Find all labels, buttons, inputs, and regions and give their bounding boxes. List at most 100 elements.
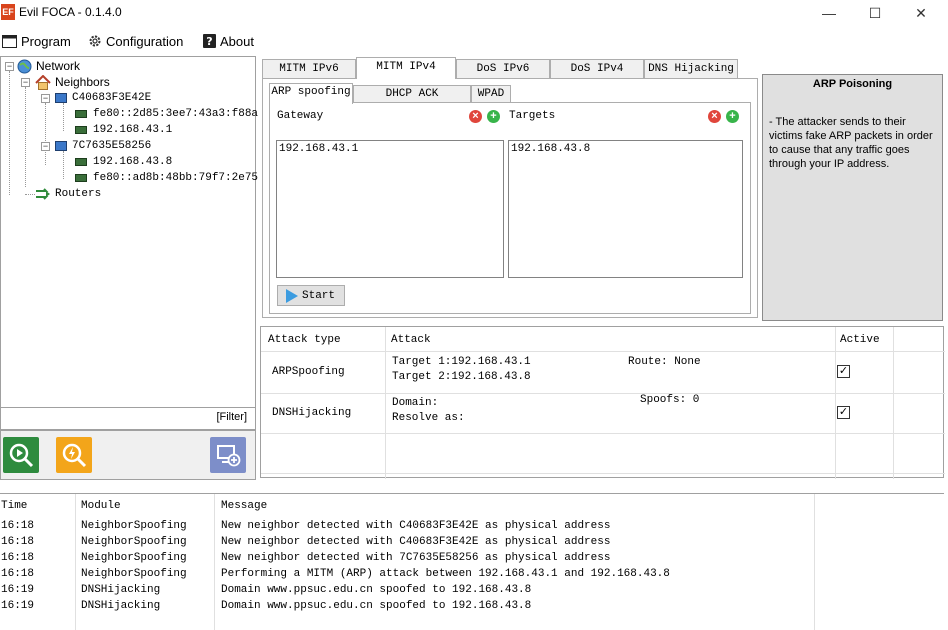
advanced-scan-button[interactable]	[56, 437, 92, 473]
arp-spoofing-panel: Gateway × + 192.168.43.1 Targets × + 192…	[269, 102, 751, 314]
tree-collapse-toggle[interactable]: −	[21, 78, 30, 87]
tab-mitm-ipv4[interactable]: MITM IPv4	[356, 57, 456, 79]
log-message: New neighbor detected with 7C7635E58256 …	[221, 552, 611, 564]
column-header-attack-type[interactable]: Attack type	[268, 334, 341, 346]
tree-collapse-toggle[interactable]: −	[41, 94, 50, 103]
tree-node-host[interactable]: 7C7635E58256	[55, 138, 151, 154]
attack-detail-cell: Domain:	[392, 397, 439, 409]
tree-node-label: Routers	[55, 188, 102, 200]
active-checkbox[interactable]: ✓	[837, 406, 850, 419]
tab-wpad[interactable]: WPAD	[471, 85, 511, 103]
tree-node-address[interactable]: 192.168.43.1	[75, 122, 172, 138]
tree-collapse-toggle[interactable]: −	[41, 142, 50, 151]
log-module: NeighborSpoofing	[81, 536, 187, 548]
tree-collapse-toggle[interactable]: −	[5, 62, 14, 71]
log-row[interactable]: 16:18 NeighborSpoofing New neighbor dete…	[0, 534, 944, 550]
tree-node-label: 192.168.43.8	[93, 156, 173, 168]
list-item[interactable]: 192.168.43.1	[279, 143, 501, 155]
column-header-attack[interactable]: Attack	[391, 334, 431, 346]
tree-node-address[interactable]: fe80::ad8b:48bb:79f7:2e75	[75, 170, 258, 186]
column-header-module[interactable]: Module	[81, 500, 121, 512]
menu-about[interactable]: ? About	[203, 32, 254, 50]
log-time: 16:19	[1, 584, 35, 596]
list-item[interactable]: 192.168.43.8	[511, 143, 740, 155]
tree-node-routers[interactable]: Routers	[35, 186, 101, 202]
app-logo-icon: EF	[1, 4, 15, 20]
tab-dos-ipv4[interactable]: DoS IPv4	[550, 59, 644, 78]
maximize-button[interactable]: ☐	[852, 0, 898, 26]
tree-line	[63, 103, 64, 131]
tab-arp-spoofing[interactable]: ARP spoofing	[269, 83, 353, 104]
tree-node-address[interactable]: 192.168.43.8	[75, 154, 172, 170]
menu-program[interactable]: Program	[2, 32, 71, 50]
tree-node-label: Neighbors	[55, 75, 110, 89]
house-icon	[35, 74, 51, 90]
tree-node-label: 192.168.43.1	[93, 124, 173, 136]
tree-line	[25, 194, 35, 195]
log-row[interactable]: 16:18 NeighborSpoofing Performing a MITM…	[0, 566, 944, 582]
gateway-label: Gateway	[277, 110, 324, 122]
column-header-time[interactable]: Time	[1, 500, 27, 512]
tree-line	[9, 71, 10, 195]
tree-node-network[interactable]: Network	[17, 58, 80, 74]
window-title: Evil FOCA - 0.1.4.0	[19, 5, 122, 19]
filter-link[interactable]: [Filter]	[216, 411, 247, 423]
column-header-message[interactable]: Message	[221, 500, 267, 512]
scan-button[interactable]	[3, 437, 39, 473]
log-module: NeighborSpoofing	[81, 568, 187, 580]
minimize-button[interactable]: —	[806, 0, 852, 26]
menu-configuration[interactable]: Configuration	[88, 32, 183, 50]
tab-dns-hijacking[interactable]: DNS Hijacking	[644, 59, 738, 78]
magnifier-bolt-icon	[62, 443, 87, 468]
gear-icon	[89, 35, 101, 47]
log-row[interactable]: 16:18 NeighborSpoofing New neighbor dete…	[0, 518, 944, 534]
attack-type-cell: DNSHijacking	[272, 407, 352, 419]
remove-gateway-button[interactable]: ×	[469, 110, 482, 123]
log-time: 16:18	[1, 552, 35, 564]
start-button[interactable]: Start	[277, 285, 345, 306]
menu-program-label: Program	[21, 33, 71, 49]
targets-list[interactable]: 192.168.43.8	[508, 140, 743, 278]
log-message: New neighbor detected with C40683F3E42E …	[221, 536, 611, 548]
log-module: NeighborSpoofing	[81, 552, 187, 564]
event-log[interactable]: Time Module Message 16:18 NeighborSpoofi…	[0, 493, 944, 630]
tree-node-label: C40683F3E42E	[72, 92, 152, 104]
close-button[interactable]: ✕	[898, 0, 944, 26]
menu-about-label: About	[220, 33, 254, 49]
tab-mitm-ipv6[interactable]: MITM IPv6	[262, 59, 356, 78]
tree-node-host[interactable]: C40683F3E42E	[55, 90, 151, 106]
active-checkbox[interactable]: ✓	[837, 365, 850, 378]
svg-text:?: ?	[206, 35, 212, 48]
attack-spoofs-cell: Spoofs: 0	[640, 394, 700, 406]
add-computer-icon	[217, 445, 241, 467]
log-row[interactable]: 16:18 NeighborSpoofing New neighbor dete…	[0, 550, 944, 566]
grid-divider	[261, 433, 945, 434]
computer-icon	[55, 93, 67, 103]
tree-node-label: Network	[36, 59, 81, 73]
attack-route-cell: Route: None	[628, 356, 701, 368]
tree-node-neighbors[interactable]: Neighbors	[35, 74, 110, 90]
log-time: 16:19	[1, 600, 35, 612]
tree-node-label: 7C7635E58256	[72, 140, 152, 152]
gateway-list[interactable]: 192.168.43.1	[276, 140, 504, 278]
start-button-label: Start	[302, 289, 336, 302]
column-header-active[interactable]: Active	[840, 334, 880, 346]
add-gateway-button[interactable]: +	[487, 110, 500, 123]
remove-target-button[interactable]: ×	[708, 110, 721, 123]
tab-dhcp-ack-injection[interactable]: DHCP ACK Injection	[353, 85, 471, 116]
grid-divider	[261, 473, 945, 474]
network-tree[interactable]: − Network − Neighbors − C40683F3E42E fe8…	[0, 56, 258, 408]
play-icon	[286, 288, 298, 303]
log-message: Performing a MITM (ARP) attack between 1…	[221, 568, 670, 580]
tab-dos-ipv6[interactable]: DoS IPv6	[456, 59, 550, 78]
log-row[interactable]: 16:19 DNSHijacking Domain www.ppsuc.edu.…	[0, 598, 944, 614]
tree-node-address[interactable]: fe80::2d85:3ee7:43a3:f88a	[75, 106, 258, 122]
add-target-button[interactable]: +	[726, 110, 739, 123]
add-host-button[interactable]	[210, 437, 246, 473]
description-text: - The attacker sends to their victims fa…	[769, 116, 933, 170]
log-row[interactable]: 16:19 DNSHijacking Domain www.ppsuc.edu.…	[0, 582, 944, 598]
mitm-ipv4-panel: ARP spoofing DHCP ACK Injection WPAD Gat…	[262, 78, 758, 318]
active-attacks-grid[interactable]: Attack type Attack Active ARPSpoofing Ta…	[260, 326, 945, 479]
log-module: DNSHijacking	[81, 600, 161, 612]
log-module: DNSHijacking	[81, 584, 161, 596]
